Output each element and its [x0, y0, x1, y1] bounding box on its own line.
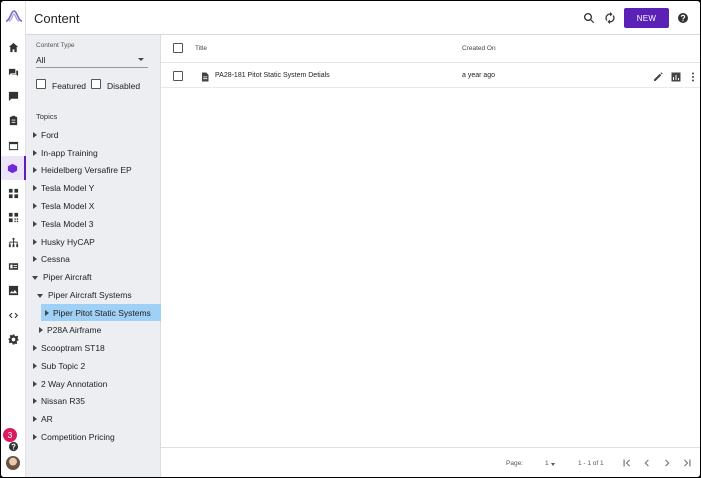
- chat-icon[interactable]: [7, 66, 20, 79]
- previous-page-icon[interactable]: [641, 457, 653, 469]
- calendar-icon[interactable]: [7, 139, 20, 152]
- caret-right-icon[interactable]: [33, 201, 41, 211]
- caret-right-icon[interactable]: [33, 379, 41, 389]
- chevron-down-icon[interactable]: [551, 463, 555, 466]
- topic-competition-pricing[interactable]: Competition Pricing: [33, 428, 115, 445]
- topic-2-way-annotation[interactable]: 2 Way Annotation: [33, 375, 107, 392]
- topic-nissan-r35[interactable]: Nissan R35: [33, 392, 85, 409]
- caret-right-icon[interactable]: [33, 165, 41, 175]
- featured-checkbox[interactable]: [36, 79, 46, 89]
- topic-tesla-model-x[interactable]: Tesla Model X: [33, 197, 94, 214]
- pagination-bar: Page: 1 1 - 1 of 1: [161, 447, 700, 477]
- topic-piper-aircraft[interactable]: Piper Aircraft: [32, 268, 92, 285]
- help-icon[interactable]: [676, 11, 690, 25]
- more-options-icon[interactable]: [687, 71, 698, 82]
- first-page-icon[interactable]: [621, 457, 633, 469]
- clipboard-icon[interactable]: [7, 114, 20, 127]
- qr-code-icon[interactable]: [7, 211, 20, 224]
- page-range: 1 - 1 of 1: [578, 460, 604, 467]
- refresh-icon[interactable]: [603, 11, 617, 25]
- app-window: 3 Content NEW Content Type All Featured …: [1, 1, 700, 477]
- content-icon[interactable]: [1, 156, 26, 180]
- message-icon[interactable]: [7, 90, 20, 103]
- caret-right-icon[interactable]: [33, 361, 41, 371]
- topic-tesla-model-y[interactable]: Tesla Model Y: [33, 179, 94, 196]
- topic-piper-aircraft-systems[interactable]: Piper Aircraft Systems: [37, 286, 132, 303]
- caret-down-icon[interactable]: [32, 272, 40, 282]
- content-type-label: Content Type: [36, 42, 75, 49]
- column-title[interactable]: Title: [195, 45, 207, 52]
- app-logo-icon[interactable]: [5, 9, 23, 23]
- topic-sub-topic-2[interactable]: Sub Topic 2: [33, 357, 85, 374]
- caret-right-icon[interactable]: [33, 432, 41, 442]
- caret-right-icon[interactable]: [33, 237, 41, 247]
- topic-husky-hycap[interactable]: Husky HyCAP: [33, 233, 95, 250]
- help-icon[interactable]: [7, 440, 20, 453]
- disabled-label: Disabled: [107, 81, 141, 91]
- new-content-button[interactable]: NEW: [624, 8, 669, 28]
- filter-panel: Content Type All Featured Disabled Topic…: [26, 35, 161, 477]
- topic-piper-pitot-static-systems[interactable]: Piper Pitot Static Systems: [41, 304, 161, 321]
- caret-right-icon[interactable]: [33, 396, 41, 406]
- topic-p28a-airframe[interactable]: P28A Airframe: [39, 321, 101, 338]
- row-checkbox[interactable]: [173, 71, 183, 81]
- topic-cessna[interactable]: Cessna: [33, 250, 70, 267]
- page-title: Content: [34, 11, 80, 26]
- select-all-checkbox[interactable]: [173, 43, 183, 53]
- table-header: Title Created On: [161, 35, 700, 63]
- dashboard-icon[interactable]: [7, 187, 20, 200]
- caret-down-icon[interactable]: [37, 290, 45, 300]
- column-created-on[interactable]: Created On: [462, 45, 496, 52]
- document-icon: [199, 71, 210, 82]
- settings-gear-icon[interactable]: [7, 333, 20, 346]
- last-page-icon[interactable]: [681, 457, 693, 469]
- user-avatar[interactable]: [6, 456, 20, 470]
- code-icon[interactable]: [7, 309, 20, 322]
- nav-rail: 3: [1, 1, 26, 477]
- topic-scooptram-st18[interactable]: Scooptram ST18: [33, 339, 105, 356]
- chevron-down-icon: [138, 58, 144, 61]
- caret-right-icon[interactable]: [33, 148, 41, 158]
- content-type-value: All: [36, 55, 46, 65]
- row-created-on: a year ago: [462, 72, 496, 79]
- topic-ford[interactable]: Ford: [33, 126, 58, 143]
- content-type-select[interactable]: All: [36, 52, 148, 68]
- caret-right-icon[interactable]: [39, 325, 47, 335]
- content-table: Title Created On PA28-181 Pitot Static S…: [161, 35, 700, 447]
- topics-heading: Topics: [36, 112, 58, 121]
- edit-pencil-icon[interactable]: [652, 71, 663, 82]
- page-select[interactable]: 1: [545, 460, 549, 467]
- caret-right-icon[interactable]: [33, 183, 41, 193]
- topic-in-app-training[interactable]: In-app Training: [33, 144, 98, 161]
- caret-right-icon[interactable]: [45, 308, 53, 318]
- topic-ar[interactable]: AR: [33, 410, 53, 427]
- caret-right-icon[interactable]: [33, 254, 41, 264]
- row-title[interactable]: PA28-181 Pitot Static System Detials: [215, 72, 330, 79]
- table-row[interactable]: PA28-181 Pitot Static System Detials a y…: [161, 64, 700, 88]
- home-icon[interactable]: [7, 41, 20, 54]
- hierarchy-icon[interactable]: [7, 236, 20, 249]
- caret-right-icon[interactable]: [33, 130, 41, 140]
- card-icon[interactable]: [7, 260, 20, 273]
- featured-label: Featured: [52, 81, 87, 91]
- caret-right-icon[interactable]: [33, 343, 41, 353]
- disabled-checkbox[interactable]: [91, 79, 101, 89]
- analytics-icon[interactable]: [670, 71, 681, 82]
- top-header: Content NEW: [26, 1, 700, 35]
- topic-heidelberg-versafire-ep[interactable]: Heidelberg Versafire EP: [33, 161, 132, 178]
- next-page-icon[interactable]: [661, 457, 673, 469]
- search-icon[interactable]: [582, 11, 596, 25]
- page-label: Page:: [506, 460, 523, 467]
- caret-right-icon[interactable]: [33, 219, 41, 229]
- topic-tesla-model-3[interactable]: Tesla Model 3: [33, 215, 93, 232]
- caret-right-icon[interactable]: [33, 414, 41, 424]
- image-icon[interactable]: [7, 284, 20, 297]
